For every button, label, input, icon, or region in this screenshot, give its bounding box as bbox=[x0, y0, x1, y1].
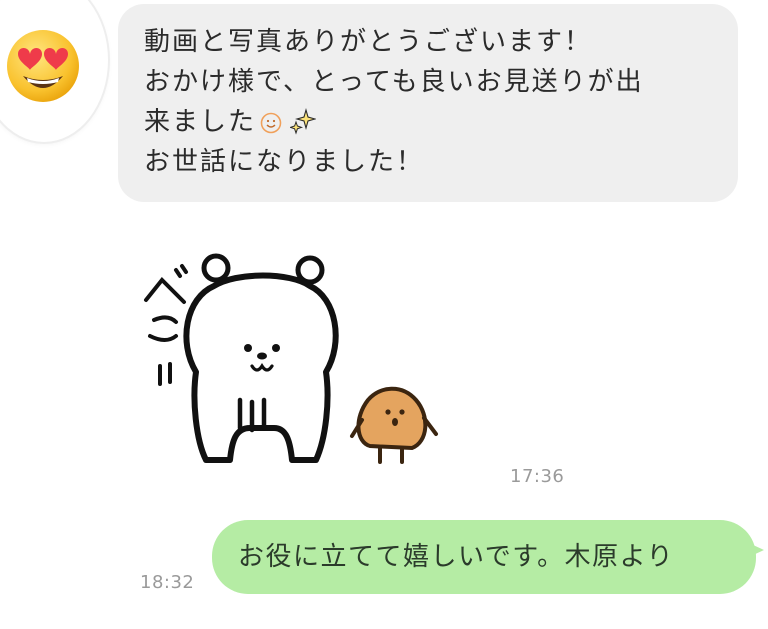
incoming-message-bubble[interactable]: 動画と写真ありがとうございます！ おかけ様で、とっても良いお見送りが出 来ました… bbox=[118, 4, 738, 202]
outgoing-message-bubble[interactable]: お役に立てて嬉しいです。木原より bbox=[212, 520, 756, 594]
smiling-face-icon bbox=[260, 112, 282, 134]
bean-character bbox=[350, 386, 438, 464]
bear-sticker[interactable] bbox=[140, 250, 450, 472]
outgoing-timestamp: 18:32 bbox=[140, 572, 195, 593]
bear-and-bean-sticker-image bbox=[144, 253, 438, 464]
sender-avatar[interactable] bbox=[0, 0, 108, 142]
outgoing-message-text: お役に立てて嬉しいです。木原より bbox=[238, 542, 675, 572]
incoming-message-text: 来ました bbox=[144, 107, 257, 137]
chat-view: 動画と写真ありがとうございます！ おかけ様で、とっても良いお見送りが出 来ました… bbox=[0, 0, 768, 629]
incoming-timestamp: 17:36 bbox=[510, 466, 565, 487]
sparkles-icon bbox=[290, 108, 317, 135]
heart-eyes-emoji-icon bbox=[7, 30, 79, 102]
incoming-message-line: お世話になりました！ bbox=[144, 147, 425, 177]
sticker-onomatopoeia bbox=[144, 264, 188, 386]
incoming-message-line: 動画と写真ありがとうございます！ bbox=[144, 27, 593, 57]
incoming-message-line-with-emoji: 来ました bbox=[144, 102, 714, 142]
incoming-message-line: おかけ様で、とっても良いお見送りが出 bbox=[144, 67, 644, 97]
